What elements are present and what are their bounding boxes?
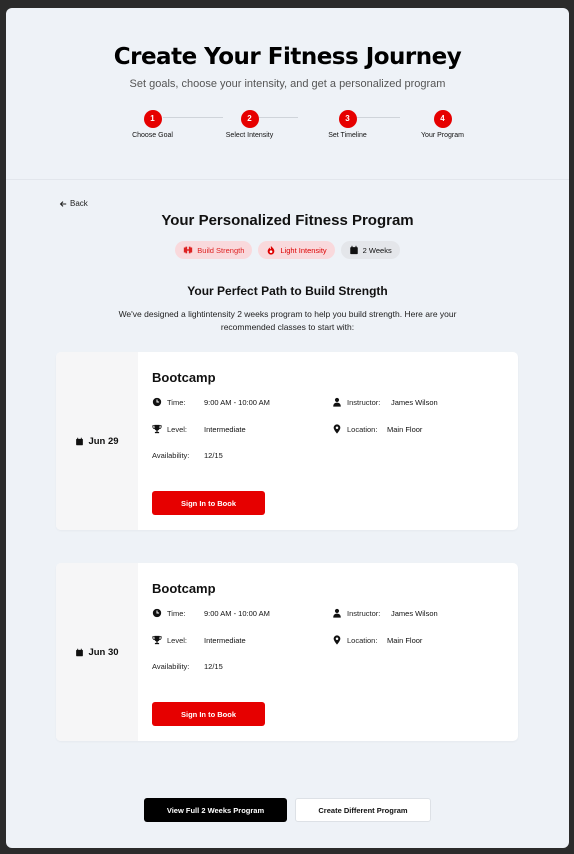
sign-in-to-book-button[interactable]: Sign In to Book [152, 491, 265, 515]
class-time: Time: 9:00 AM - 10:00 AM [152, 397, 270, 407]
user-icon [333, 397, 341, 407]
class-date-label: Jun 30 [88, 646, 119, 658]
instructor-value: James Wilson [391, 608, 438, 618]
step-number: 2 [240, 110, 259, 128]
class-availability: Availability: 12/15 [152, 451, 223, 460]
instructor-label: Instructor: [347, 397, 381, 407]
class-details: Bootcamp Time: 9:00 AM - 10:00 AM Instru… [152, 581, 502, 726]
class-instructor: Instructor: James Wilson [332, 608, 438, 618]
class-name: Bootcamp [152, 581, 216, 596]
level-label: Level: [167, 424, 188, 434]
class-date: Jun 30 [56, 563, 138, 741]
user-icon [333, 608, 341, 618]
class-availability: Availability: 12/15 [152, 662, 223, 671]
step-label: Choose Goal [132, 132, 173, 139]
path-title: Your Perfect Path to Build Strength [187, 284, 388, 298]
page-title: Create Your Fitness Journey [113, 44, 462, 70]
class-date-label: Jun 29 [88, 435, 119, 447]
availability-value: 12/15 [204, 451, 223, 460]
level-label: Level: [167, 635, 188, 645]
class-name: Bootcamp [152, 370, 216, 385]
tag-goal: Build Strength [175, 241, 253, 259]
class-time: Time: 9:00 AM - 10:00 AM [152, 608, 270, 618]
back-link[interactable]: Back [59, 199, 88, 208]
availability-label: Availability: [152, 662, 190, 671]
calendar-icon [76, 648, 84, 656]
program-description: We've designed a lightintensity 2 weeks … [118, 309, 457, 332]
clock-icon [152, 397, 162, 407]
location-value: Main Floor [387, 424, 423, 434]
back-label: Back [70, 199, 88, 208]
dumbbell-icon [184, 246, 193, 254]
class-card: Jun 30 Bootcamp Time: 9:00 AM - 10:00 AM… [56, 563, 518, 741]
class-date: Jun 29 [56, 352, 138, 530]
availability-value: 12/15 [204, 662, 223, 671]
tag-label: Light Intensity [280, 245, 327, 255]
time-label: Time: [167, 397, 186, 407]
tag-label: 2 Weeks [362, 245, 392, 255]
sign-in-to-book-button[interactable]: Sign In to Book [152, 702, 265, 726]
view-full-program-button[interactable]: View Full 2 Weeks Program [144, 798, 287, 822]
instructor-label: Instructor: [347, 608, 381, 618]
step-select-intensity[interactable]: 2 Select Intensity [205, 108, 295, 139]
level-value: Intermediate [204, 635, 246, 645]
step-label: Set Timeline [328, 132, 367, 139]
program-tags: Build Strength Light Intensity 2 Weeks [6, 241, 569, 259]
class-card: Jun 29 Bootcamp Time: 9:00 AM - 10:00 AM… [56, 352, 518, 530]
step-number: 3 [338, 110, 357, 128]
step-number: 4 [433, 110, 452, 128]
step-set-timeline[interactable]: 3 Set Timeline [303, 108, 393, 139]
class-details: Bootcamp Time: 9:00 AM - 10:00 AM Instru… [152, 370, 502, 515]
step-label: Select Intensity [225, 132, 274, 139]
create-different-program-button[interactable]: Create Different Program [295, 798, 431, 822]
step-your-program[interactable]: 4 Your Program [398, 108, 488, 139]
location-label: Location: [347, 635, 378, 645]
instructor-value: James Wilson [391, 397, 438, 407]
map-pin-icon [333, 424, 341, 434]
class-instructor: Instructor: James Wilson [332, 397, 438, 407]
class-location: Location: Main Floor [332, 635, 422, 645]
map-pin-icon [333, 635, 341, 645]
calendar-icon [349, 245, 358, 255]
step-label: Your Program [421, 132, 464, 139]
time-value: 9:00 AM - 10:00 AM [204, 608, 270, 618]
calendar-icon [76, 437, 84, 445]
tag-duration: 2 Weeks [340, 241, 400, 259]
class-level: Level: Intermediate [152, 424, 246, 434]
tag-label: Build Strength [197, 245, 245, 255]
class-level: Level: Intermediate [152, 635, 246, 645]
time-label: Time: [167, 608, 186, 618]
time-value: 9:00 AM - 10:00 AM [204, 397, 270, 407]
availability-label: Availability: [152, 451, 190, 460]
arrow-left-icon [59, 200, 67, 207]
trophy-icon [152, 635, 162, 645]
level-value: Intermediate [204, 424, 246, 434]
app-window: Create Your Fitness Journey Set goals, c… [6, 8, 569, 848]
page-header: Create Your Fitness Journey Set goals, c… [6, 8, 569, 180]
program-title: Your Personalized Fitness Program [161, 212, 414, 229]
page-subtitle: Set goals, choose your intensity, and ge… [129, 78, 446, 90]
class-location: Location: Main Floor [332, 424, 422, 434]
step-choose-goal[interactable]: 1 Choose Goal [108, 108, 198, 139]
program-actions: View Full 2 Weeks Program Create Differe… [6, 798, 569, 822]
progress-stepper: 1 Choose Goal 2 Select Intensity 3 Set T… [108, 108, 468, 148]
trophy-icon [152, 424, 162, 434]
tag-intensity: Light Intensity [258, 241, 335, 259]
flame-icon [268, 245, 275, 255]
clock-icon [152, 608, 162, 618]
location-value: Main Floor [387, 635, 423, 645]
location-label: Location: [347, 424, 378, 434]
step-number: 1 [143, 110, 162, 128]
